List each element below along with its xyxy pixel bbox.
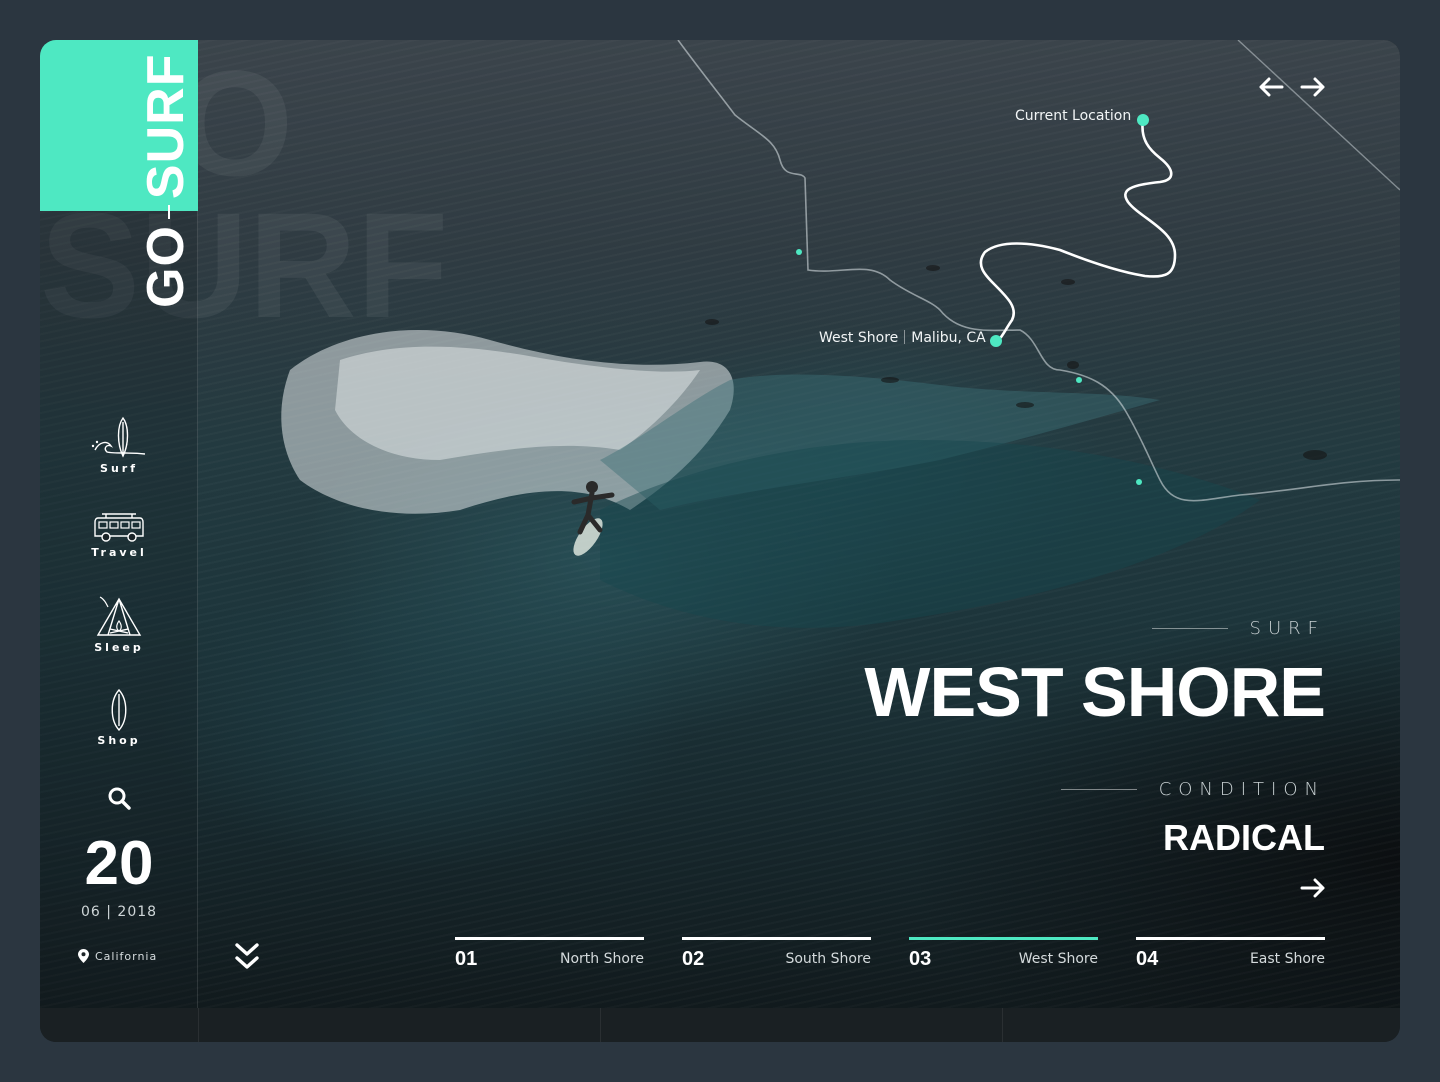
nav-label: Surf bbox=[100, 462, 138, 475]
arrow-left-icon[interactable] bbox=[1257, 75, 1285, 99]
camper-van-icon bbox=[94, 513, 144, 542]
tab-label: South Shore bbox=[785, 951, 871, 967]
strip-divider bbox=[600, 1008, 601, 1042]
date-month: 06 bbox=[80, 904, 101, 920]
logo[interactable]: GO SURF bbox=[137, 53, 195, 308]
tab-label: West Shore bbox=[1018, 951, 1098, 967]
nav-item-sleep[interactable]: Sleep bbox=[40, 595, 198, 654]
spot-place: Malibu, CA bbox=[911, 330, 986, 346]
nav-label: Sleep bbox=[94, 641, 144, 654]
tab-label: East Shore bbox=[1249, 951, 1325, 967]
tab-indicator bbox=[455, 937, 644, 940]
date-day: 20 bbox=[84, 829, 154, 898]
condition-label: CONDITION bbox=[1158, 779, 1325, 800]
logo-dash bbox=[168, 205, 171, 220]
tab-indicator bbox=[909, 937, 1098, 940]
bottom-strip bbox=[40, 1008, 1400, 1042]
tent-campfire-icon bbox=[96, 596, 142, 636]
condition-value: RADICAL bbox=[1163, 817, 1325, 858]
map-pin-icon bbox=[78, 949, 89, 963]
chevron-double-down-icon[interactable] bbox=[234, 942, 260, 972]
location-label: California bbox=[95, 949, 158, 963]
tab-west-shore[interactable]: 03 West Shore bbox=[909, 937, 1098, 977]
condition-heading: CONDITION bbox=[1060, 779, 1325, 800]
sidebar: GO SURF Surf Travel Sleep Shop 20 06 | 20… bbox=[40, 40, 198, 1008]
label-separator bbox=[904, 330, 906, 344]
strip-divider bbox=[198, 1008, 199, 1042]
app-frame: GO SURF GO SURF Surf bbox=[40, 40, 1400, 1042]
date-separator: | bbox=[106, 904, 118, 920]
tab-number: 01 bbox=[455, 948, 478, 970]
nav-item-shop[interactable]: Shop bbox=[40, 688, 198, 747]
kicker-line bbox=[1060, 789, 1137, 790]
tab-indicator bbox=[1136, 937, 1325, 940]
tab-number: 03 bbox=[909, 948, 932, 970]
nav-item-surf[interactable]: Surf bbox=[40, 416, 198, 475]
surfboard-wave-icon bbox=[91, 416, 146, 458]
tab-number: 04 bbox=[1136, 948, 1159, 970]
logo-go: GO bbox=[137, 225, 195, 308]
tab-north-shore[interactable]: 01 North Shore bbox=[455, 937, 644, 977]
location-indicator[interactable]: California bbox=[78, 949, 157, 963]
search-icon[interactable] bbox=[106, 785, 132, 811]
tab-south-shore[interactable]: 02 South Shore bbox=[682, 937, 871, 977]
date-year: 2018 bbox=[117, 904, 158, 920]
surfboard-icon bbox=[111, 688, 127, 732]
hero-kicker: SURF bbox=[1151, 618, 1325, 639]
tab-label: North Shore bbox=[560, 951, 644, 967]
nav-item-travel[interactable]: Travel bbox=[40, 510, 198, 559]
tab-east-shore[interactable]: 04 East Shore bbox=[1136, 937, 1325, 977]
spot-name: West Shore bbox=[819, 330, 899, 346]
tab-number: 02 bbox=[682, 948, 705, 970]
date-month-year: 06 | 2018 bbox=[40, 904, 198, 920]
spot-map-label[interactable]: West Shore Malibu, CA bbox=[819, 330, 986, 346]
page-title: WEST SHORE bbox=[864, 653, 1326, 731]
arrow-right-icon[interactable] bbox=[1299, 75, 1327, 99]
current-location-label: Current Location bbox=[1015, 108, 1132, 124]
nav-label: Travel bbox=[91, 546, 147, 559]
kicker-text: SURF bbox=[1249, 618, 1325, 639]
tab-indicator bbox=[682, 937, 871, 940]
nav-label: Shop bbox=[97, 734, 141, 747]
logo-surf: SURF bbox=[137, 53, 195, 200]
strip-divider bbox=[1002, 1008, 1003, 1042]
kicker-line bbox=[1151, 628, 1228, 629]
arrow-right-icon[interactable] bbox=[1300, 876, 1326, 900]
